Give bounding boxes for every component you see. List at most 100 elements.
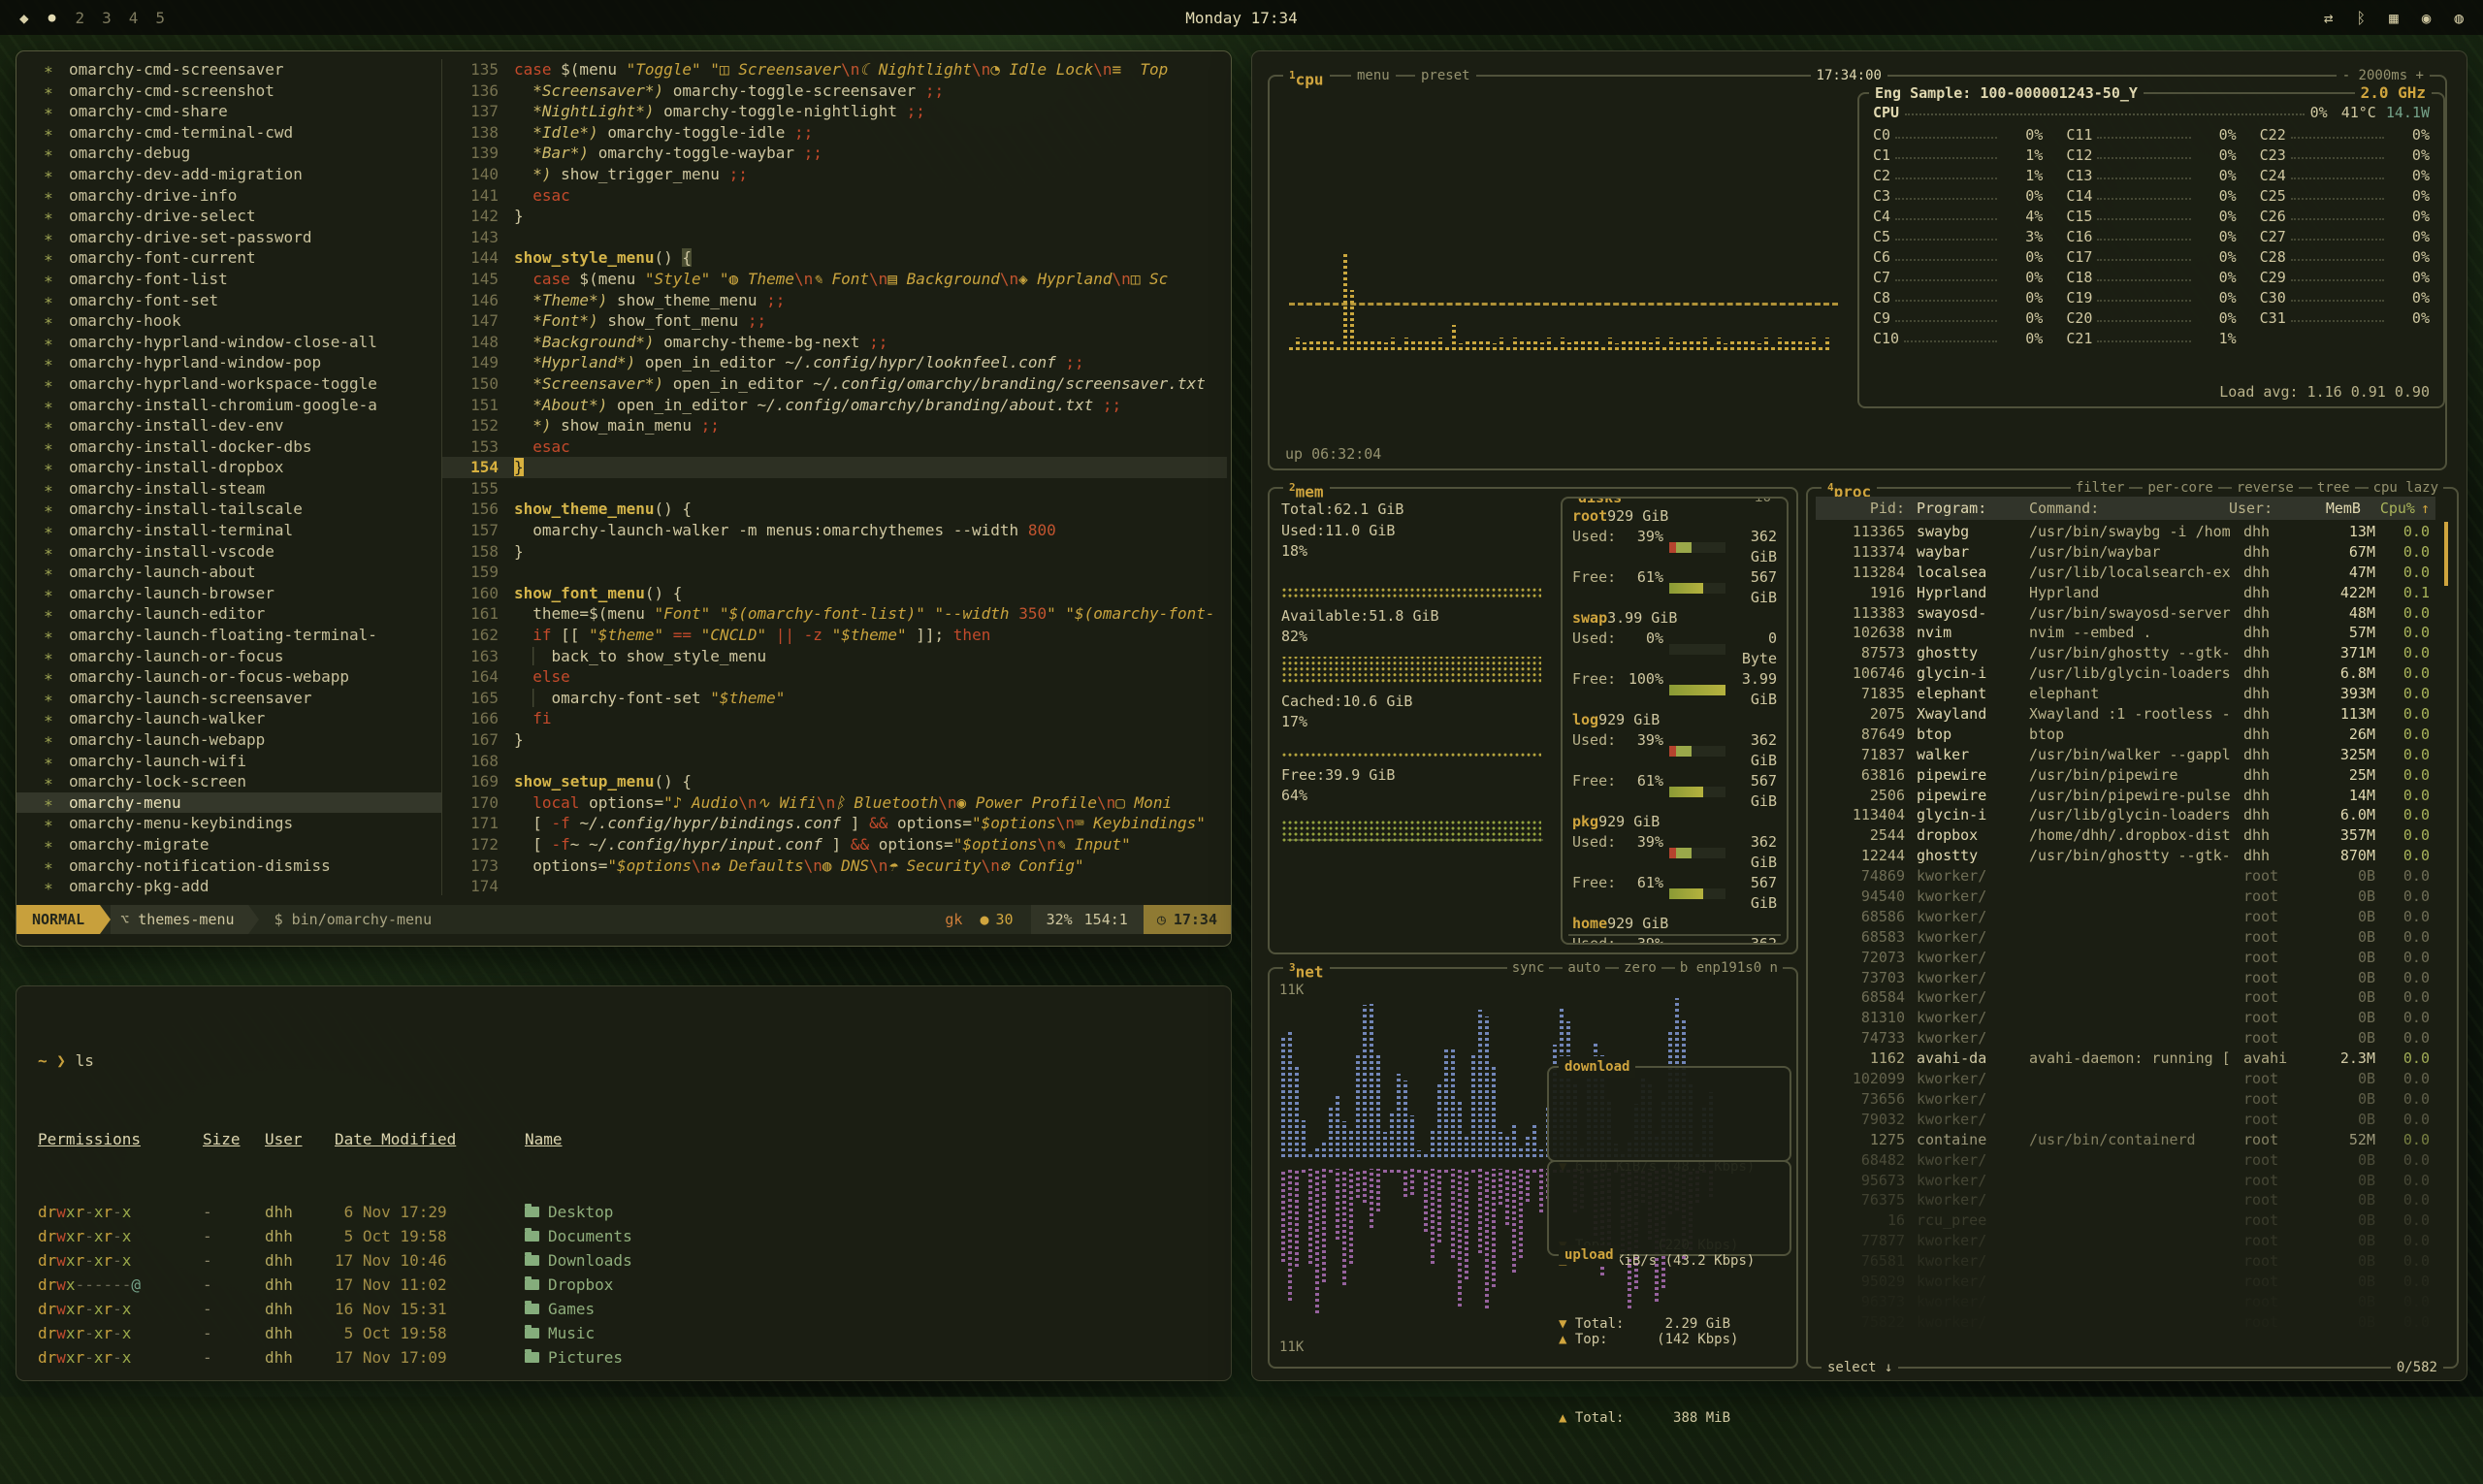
process-row[interactable]: 113383swayosd-/usr/bin/swayosd-serverdhh… [1816, 603, 2435, 624]
process-row[interactable]: 68584kworker/root0B0.0 [1816, 987, 2435, 1008]
process-row[interactable]: 71837walker/usr/bin/walker --gappldhh325… [1816, 745, 2435, 765]
file-item[interactable]: ∗omarchy-drive-set-password [16, 227, 441, 248]
file-item[interactable]: ∗omarchy-install-tailscale [16, 499, 441, 520]
file-tree[interactable]: ∗omarchy-cmd-screensaver∗omarchy-cmd-scr… [16, 59, 442, 895]
net-control-b[interactable]: b enp191s0 n [1675, 958, 1783, 978]
file-item[interactable]: ∗omarchy-launch-walker [16, 708, 441, 729]
file-item[interactable]: ∗omarchy-hook [16, 310, 441, 332]
bluetooth-icon[interactable]: ᛒ [2356, 9, 2366, 27]
process-row[interactable]: 79032kworker/root0B0.0 [1816, 1110, 2435, 1130]
process-row[interactable]: 76581kworker/root0B0.0 [1816, 1251, 2435, 1272]
file-item[interactable]: ∗omarchy-install-dev-env [16, 415, 441, 436]
process-row[interactable]: 68482kworker/root0B0.0 [1816, 1150, 2435, 1171]
file-item[interactable]: ∗omarchy-font-set [16, 290, 441, 311]
file-item[interactable]: ∗omarchy-menu-keybindings [16, 813, 441, 834]
file-item[interactable]: ∗omarchy-migrate [16, 834, 441, 855]
file-item[interactable]: ∗omarchy-install-vscode [16, 541, 441, 563]
proc-control-reverse[interactable]: reverse [2232, 478, 2299, 498]
file-item[interactable]: ∗omarchy-lock-screen [16, 771, 441, 792]
process-row[interactable]: 72073kworker/root0B0.0 [1816, 948, 2435, 968]
process-row[interactable]: 68583kworker/root0B0.0 [1816, 927, 2435, 948]
file-item[interactable]: ∗omarchy-notification-dismiss [16, 855, 441, 877]
file-item[interactable]: ∗omarchy-debug [16, 143, 441, 164]
net-control-zero[interactable]: zero [1619, 958, 1661, 978]
proc-column-header[interactable]: MemB [2301, 500, 2361, 517]
file-item[interactable]: ∗omarchy-launch-or-focus-webapp [16, 666, 441, 688]
code-editor[interactable]: 135case $(menu "Toggle" "◫ Screensaver\n… [442, 59, 1227, 895]
file-item[interactable]: ∗omarchy-cmd-share [16, 101, 441, 122]
process-row[interactable]: 12244ghostty/usr/bin/ghostty --gtk-dhh87… [1816, 846, 2435, 866]
file-item[interactable]: ∗omarchy-launch-editor [16, 603, 441, 625]
proc-column-header[interactable]: Cpu% [2361, 500, 2415, 517]
proc-control-filter[interactable]: filter [2071, 478, 2130, 498]
process-row[interactable]: 81310kworker/root0B0.0 [1816, 1008, 2435, 1028]
proc-column-header[interactable]: Program: [1917, 500, 2029, 517]
process-list[interactable]: 113365swaybg/usr/bin/swaybg -i /homdhh13… [1816, 522, 2435, 1341]
process-row[interactable]: 87573ghostty/usr/bin/ghostty --gtk-dhh37… [1816, 643, 2435, 663]
preset-button[interactable]: preset [1415, 66, 1476, 85]
file-item[interactable]: ∗omarchy-launch-wifi [16, 751, 441, 772]
net-control-auto[interactable]: auto [1563, 958, 1605, 978]
file-item[interactable]: ∗omarchy-launch-screensaver [16, 688, 441, 709]
disks-title[interactable]: disks [1572, 497, 1628, 508]
file-item[interactable]: ∗omarchy-install-chromium-google-a [16, 395, 441, 416]
process-row[interactable]: 95029kworker/root0B0.0 [1816, 1272, 2435, 1292]
file-item[interactable]: ∗omarchy-cmd-terminal-cwd [16, 122, 441, 144]
file-item[interactable]: ∗omarchy-hyprland-window-close-all [16, 332, 441, 353]
process-row[interactable]: 102638nvimnvim --embed .dhh57M0.0 [1816, 623, 2435, 643]
file-item[interactable]: ∗omarchy-font-list [16, 269, 441, 290]
file-item[interactable]: ∗omarchy-drive-info [16, 185, 441, 207]
file-item[interactable]: ∗omarchy-launch-webapp [16, 729, 441, 751]
process-row[interactable]: 2506pipewire/usr/bin/pipewire-pulsedhh14… [1816, 786, 2435, 806]
process-row[interactable]: 96373kworker/root0B0.0 [1816, 1292, 2435, 1312]
process-row[interactable]: 16rcu_preeroot0B0.0 [1816, 1210, 2435, 1231]
file-item[interactable]: ∗omarchy-install-dropbox [16, 457, 441, 478]
proc-column-header[interactable]: Pid: [1822, 500, 1917, 517]
process-row[interactable]: 74869kworker/root0B0.0 [1816, 866, 2435, 887]
process-row[interactable]: 87649btopbtopdhh26M0.0 [1816, 725, 2435, 745]
select-hint[interactable]: select ↓ [1822, 1358, 1898, 1377]
workspace-button[interactable]: 2 [75, 9, 84, 27]
process-row[interactable]: 1275containe/usr/bin/containerdroot52M0.… [1816, 1130, 2435, 1150]
power-icon[interactable]: ◉ [2422, 9, 2432, 27]
process-row[interactable]: 1916HyprlandHyprlanddhh422M0.1 [1816, 583, 2435, 603]
process-row[interactable]: 94540kworker/root0B0.0 [1816, 887, 2435, 907]
file-item[interactable]: ∗omarchy-hyprland-workspace-toggle [16, 373, 441, 395]
process-row[interactable]: 113284localsea/usr/lib/localsearch-exdhh… [1816, 563, 2435, 583]
file-item[interactable]: ∗omarchy-install-terminal [16, 520, 441, 541]
process-row[interactable]: 76375kworker/root0B0.0 [1816, 1190, 2435, 1210]
process-row[interactable]: 77877kworker/root0B0.0 [1816, 1231, 2435, 1251]
workspace-button[interactable]: 5 [155, 9, 165, 27]
process-row[interactable]: 106746glycin-i/usr/lib/glycin-loadersdhh… [1816, 663, 2435, 684]
process-row[interactable]: 102099kworker/root0B0.0 [1816, 1069, 2435, 1089]
process-scrollbar[interactable] [2442, 522, 2450, 1341]
terminal-output[interactable]: ~ ❯ ls PermissionsSizeUserDate ModifiedN… [38, 1000, 1215, 1371]
net-panel-title[interactable]: 3net [1283, 957, 1330, 983]
file-item[interactable]: ∗omarchy-font-current [16, 247, 441, 269]
workspace-button[interactable]: 3 [102, 9, 112, 27]
process-row[interactable]: 68586kworker/root0B0.0 [1816, 907, 2435, 927]
file-item[interactable]: ∗omarchy-install-docker-dbs [16, 436, 441, 458]
workspace-active-indicator[interactable]: ● [48, 11, 56, 25]
process-row[interactable]: 2544dropbox/home/dhh/.dropbox-distdhh357… [1816, 825, 2435, 846]
screen-share-icon[interactable]: ⇄ [2324, 9, 2334, 27]
file-item[interactable]: ∗omarchy-pkg-add [16, 876, 441, 895]
tray-indicator-icon[interactable]: ◍ [2454, 9, 2464, 27]
file-item[interactable]: ∗omarchy-launch-floating-terminal- [16, 625, 441, 646]
workspace-button[interactable]: 4 [129, 9, 139, 27]
proc-column-header[interactable]: User: [2229, 500, 2301, 517]
file-item[interactable]: ∗omarchy-cmd-screenshot [16, 81, 441, 102]
process-row[interactable]: 63816pipewire/usr/bin/pipewiredhh25M0.0 [1816, 765, 2435, 786]
sort-arrow-icon[interactable]: ↑ [2421, 500, 2430, 517]
proc-control-cpu-lazy[interactable]: cpu lazy [2369, 478, 2443, 498]
process-row[interactable]: 2075XwaylandXwayland :1 -rootless -dhh11… [1816, 704, 2435, 725]
process-row[interactable]: 73703kworker/root0B0.0 [1816, 968, 2435, 988]
file-item[interactable]: ∗omarchy-cmd-screensaver [16, 59, 441, 81]
io-toggle[interactable]: io [1749, 497, 1777, 507]
file-item[interactable]: ∗omarchy-install-steam [16, 478, 441, 500]
cpu-panel-title[interactable]: 1cpu [1283, 65, 1330, 90]
process-row[interactable]: 113374waybar/usr/bin/waybardhh67M0.0 [1816, 542, 2435, 563]
process-row[interactable]: 75822kworker/root0B0.0 [1816, 1312, 2435, 1333]
process-row[interactable]: 1162avahi-daavahi-daemon: running [avahi… [1816, 1048, 2435, 1069]
file-item[interactable]: ∗omarchy-drive-select [16, 206, 441, 227]
